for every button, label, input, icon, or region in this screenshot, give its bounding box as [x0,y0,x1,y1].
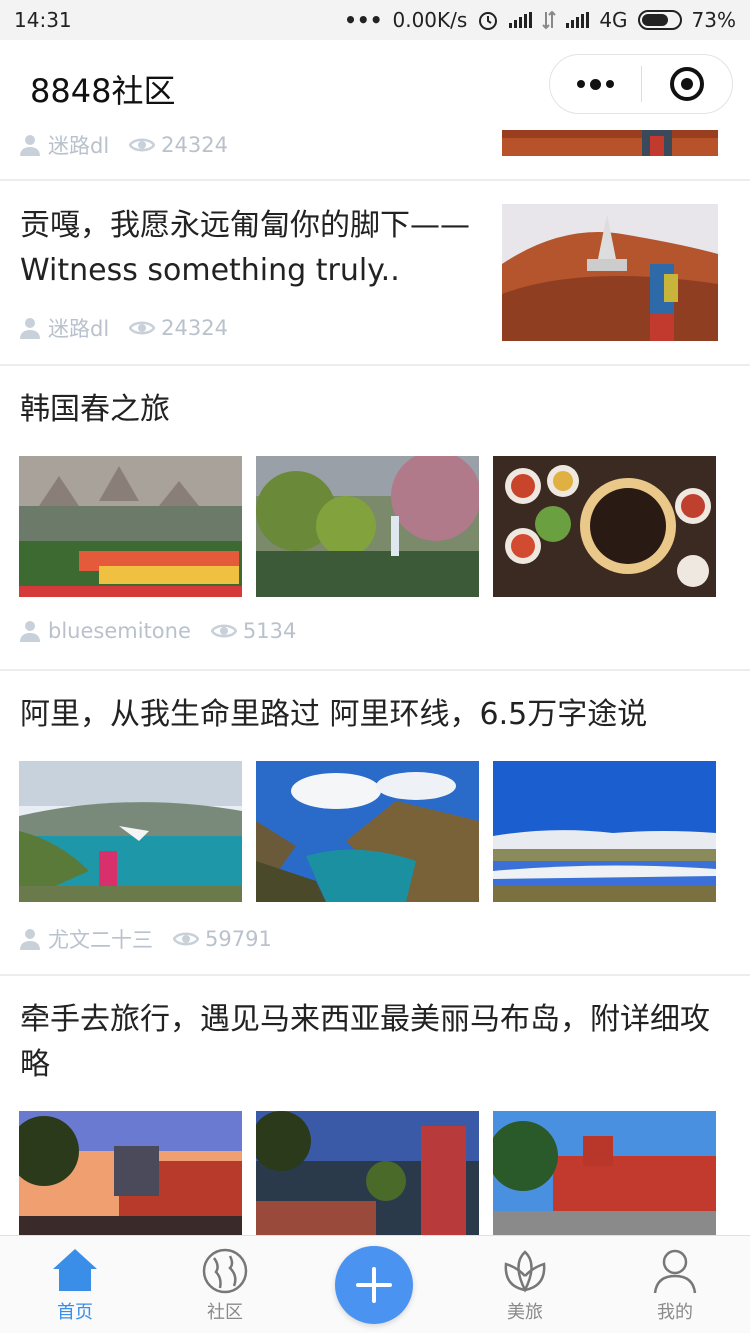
post-image[interactable] [256,761,479,902]
post-meta: bluesemitone 5134 [20,619,296,643]
post-title[interactable]: 牵手去旅行，遇见马来西亚最美丽马布岛，附详细攻略 [20,997,730,1087]
more-dots-icon: ••• [344,8,383,32]
post-image[interactable] [256,456,479,597]
post-views: 5134 [242,619,297,643]
tab-label: 首页 [57,1302,93,1323]
eye-icon [173,932,199,946]
globe-icon [202,1248,248,1294]
nav-bar: 8848社区 [0,40,750,130]
tab-beauty-travel[interactable]: 美旅 [450,1236,600,1334]
tab-label: 我的 [657,1302,693,1323]
post-image[interactable] [493,1111,716,1235]
close-button[interactable] [642,55,733,113]
post-image[interactable] [19,1111,242,1235]
post-title[interactable]: 阿里，从我生命里路过 阿里环线，6.5万字途说 [20,692,647,737]
user-icon [20,929,40,950]
eye-icon [129,321,156,335]
signal-icon-2 [566,12,590,28]
network-type: 4G [599,8,628,32]
status-time: 14:31 [14,8,72,32]
post-views: 24324 [161,316,228,340]
network-speed: 0.00K/s [392,8,468,32]
post-views: 59791 [205,927,272,951]
post-thumbnail[interactable] [502,204,718,341]
eye-icon [210,624,237,638]
post-meta: 迷路dl 24324 [20,130,228,160]
add-post-button[interactable] [335,1246,413,1324]
tab-label: 社区 [207,1302,243,1323]
battery-icon [637,10,682,30]
plus-icon [356,1267,392,1303]
post-thumbnail[interactable] [502,130,718,156]
post-image[interactable] [256,1111,479,1235]
post-views: 24324 [161,133,228,157]
post-image[interactable] [19,761,242,902]
user-icon [20,135,40,156]
tab-bar: 首页 社区 美旅 我的 [0,1235,750,1333]
mini-program-capsule [549,54,733,114]
post-image[interactable] [19,456,242,597]
post-author: 迷路dl [48,317,110,341]
post-title[interactable]: 韩国春之旅 [20,387,170,432]
more-button[interactable] [550,55,641,113]
signal-icon [509,12,533,28]
alarm-icon [479,12,498,30]
post-image[interactable] [493,761,716,902]
tab-home[interactable]: 首页 [0,1236,150,1334]
status-bar: 14:31 ••• 0.00K/s 4G 73% [0,0,750,40]
eye-icon [129,138,156,152]
data-transfer-icon [542,10,557,30]
target-icon [669,67,704,101]
tab-community[interactable]: 社区 [150,1236,300,1334]
tab-mine[interactable]: 我的 [600,1236,750,1334]
battery-percent: 73% [691,8,736,32]
home-icon [53,1249,97,1291]
person-icon [653,1249,697,1294]
more-icon [576,78,614,90]
user-icon [20,621,40,642]
user-icon [20,318,40,339]
post-image[interactable] [493,456,716,597]
tab-label: 美旅 [507,1302,543,1323]
post-meta: 尤文二十三 59791 [20,924,272,954]
post-author: 迷路dl [48,134,110,158]
post-meta: 迷路dl 24324 [20,313,228,343]
post-author: bluesemitone [48,619,191,643]
lotus-icon [504,1250,546,1293]
post-feed[interactable]: 迷路dl 24324 贡嘎，我愿永远匍匐你的脚下——Witness someth… [0,130,750,1235]
post-title[interactable]: 贡嘎，我愿永远匍匐你的脚下——Witness something truly.. [20,203,490,293]
page-title: 8848社区 [30,72,176,110]
post-author: 尤文二十三 [48,928,153,952]
